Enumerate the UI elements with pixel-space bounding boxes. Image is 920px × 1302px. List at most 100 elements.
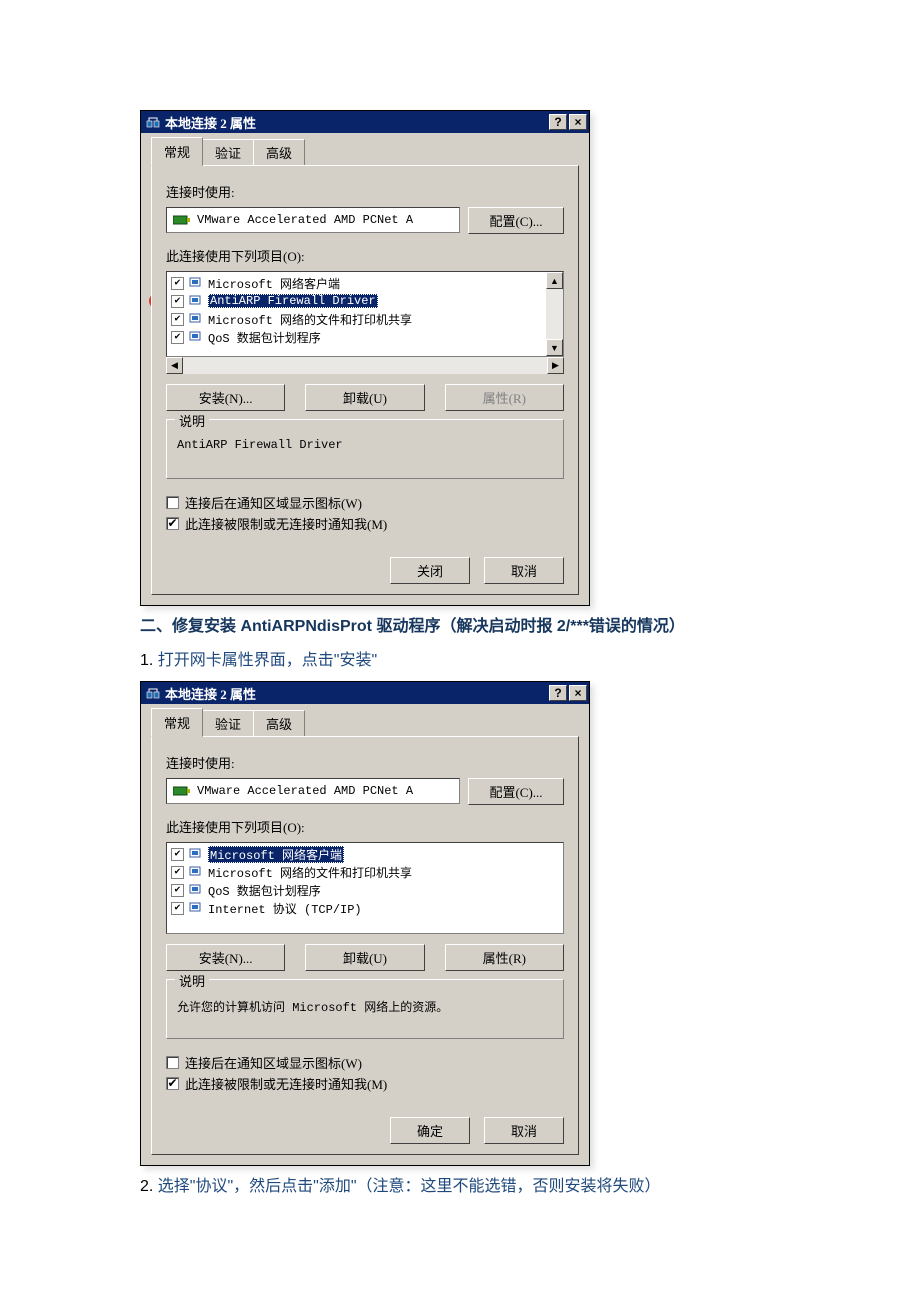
- scroll-up-icon[interactable]: ▲: [546, 272, 563, 289]
- item-checkbox[interactable]: ✔: [171, 902, 184, 915]
- step-number: 2.: [140, 1178, 153, 1195]
- list-item[interactable]: ✔ Microsoft 网络的文件和打印机共享: [169, 863, 561, 881]
- component-icon: [188, 294, 204, 308]
- item-label: AntiARP Firewall Driver: [208, 294, 378, 308]
- close-button[interactable]: ×: [569, 685, 587, 701]
- description-legend: 说明: [175, 411, 209, 430]
- step-text: 选择"协议"，然后点击"添加"（注意：这里不能选错，否则安装将失败）: [158, 1178, 661, 1195]
- item-label: Microsoft 网络客户端: [208, 846, 344, 863]
- network-icon: [145, 685, 161, 701]
- component-icon: [188, 330, 204, 344]
- description-text: 允许您的计算机访问 Microsoft 网络上的资源。: [177, 998, 553, 1015]
- uninstall-button[interactable]: 卸载(U): [305, 944, 424, 971]
- list-item[interactable]: ✔ AntiARP Firewall Driver: [169, 292, 544, 310]
- titlebar[interactable]: 本地连接 2 属性 ? ×: [141, 111, 589, 133]
- list-item[interactable]: ✔ Internet 协议 (TCP/IP): [169, 899, 561, 917]
- tab-auth[interactable]: 验证: [202, 710, 254, 736]
- items-label: 此连接使用下列项目(O):: [166, 246, 564, 265]
- adapter-name: VMware Accelerated AMD PCNet A: [197, 784, 413, 798]
- list-items: ✔ Microsoft 网络客户端 ✔ Microsoft 网络的文件和打印机共享 ✔ Q…: [167, 843, 563, 933]
- notify-checkbox-row[interactable]: ✔ 此连接被限制或无连接时通知我(M): [166, 1074, 564, 1093]
- scroll-left-icon[interactable]: ◀: [166, 357, 183, 374]
- show-icon-checkbox[interactable]: [166, 496, 179, 509]
- step-text: 打开网卡属性界面，点击"安装": [158, 652, 377, 669]
- notify-label: 此连接被限制或无连接时通知我(M): [185, 514, 387, 533]
- item-label: Microsoft 网络的文件和打印机共享: [208, 311, 412, 328]
- ok-dialog-button[interactable]: 确定: [390, 1117, 470, 1144]
- adapter-icon: [173, 213, 191, 227]
- help-button[interactable]: ?: [549, 114, 567, 130]
- adapter-display: VMware Accelerated AMD PCNet A: [166, 778, 460, 804]
- list-item[interactable]: ✔ QoS 数据包计划程序: [169, 881, 561, 899]
- item-checkbox[interactable]: ✔: [171, 295, 184, 308]
- step-2-1: 1. 打开网卡属性界面，点击"安装": [140, 648, 780, 674]
- item-checkbox[interactable]: ✔: [171, 313, 184, 326]
- tab-advanced[interactable]: 高级: [253, 139, 305, 165]
- horizontal-scrollbar[interactable]: ◀ ▶: [166, 357, 564, 374]
- item-checkbox[interactable]: ✔: [171, 277, 184, 290]
- notify-checkbox[interactable]: ✔: [166, 1077, 179, 1090]
- window-title: 本地连接 2 属性: [165, 684, 547, 703]
- help-button[interactable]: ?: [549, 685, 567, 701]
- adapter-icon: [173, 784, 191, 798]
- connect-using-label: 连接时使用:: [166, 753, 564, 772]
- tab-general[interactable]: 常规: [151, 137, 203, 166]
- list-items: ✔ Microsoft 网络客户端 ✔ AntiARP Firewall Driver…: [167, 272, 546, 356]
- component-icon: [188, 276, 204, 290]
- close-dialog-button[interactable]: 关闭: [390, 557, 470, 584]
- scroll-right-icon[interactable]: ▶: [547, 357, 564, 374]
- show-icon-label: 连接后在通知区域显示图标(W): [185, 493, 362, 512]
- component-icon: [188, 847, 204, 861]
- show-icon-checkbox[interactable]: [166, 1056, 179, 1069]
- show-icon-label: 连接后在通知区域显示图标(W): [185, 1053, 362, 1072]
- window-title: 本地连接 2 属性: [165, 113, 547, 132]
- list-item[interactable]: ✔ QoS 数据包计划程序: [169, 328, 544, 346]
- step-2-2: 2. 选择"协议"，然后点击"添加"（注意：这里不能选错，否则安装将失败）: [140, 1174, 780, 1200]
- component-icon: [188, 865, 204, 879]
- components-listbox[interactable]: ✔ Microsoft 网络客户端 ✔ Microsoft 网络的文件和打印机共享 ✔ Q…: [166, 842, 564, 934]
- description-legend: 说明: [175, 971, 209, 990]
- tab-general[interactable]: 常规: [151, 708, 203, 737]
- notify-checkbox-row[interactable]: ✔ 此连接被限制或无连接时通知我(M): [166, 514, 564, 533]
- item-label: QoS 数据包计划程序: [208, 882, 321, 899]
- titlebar[interactable]: 本地连接 2 属性 ? ×: [141, 682, 589, 704]
- properties-button[interactable]: 属性(R): [445, 944, 564, 971]
- show-icon-checkbox-row[interactable]: 连接后在通知区域显示图标(W): [166, 493, 564, 512]
- connect-using-label: 连接时使用:: [166, 182, 564, 201]
- section-heading-2: 二、修复安装 AntiARPNdisProt 驱动程序（解决启动时报 2/***…: [140, 614, 780, 640]
- network-icon: [145, 114, 161, 130]
- item-checkbox[interactable]: ✔: [171, 331, 184, 344]
- item-label: Internet 协议 (TCP/IP): [208, 900, 362, 917]
- item-checkbox[interactable]: ✔: [171, 884, 184, 897]
- scroll-down-icon[interactable]: ▼: [546, 339, 563, 356]
- configure-button[interactable]: 配置(C)...: [468, 778, 564, 805]
- properties-dialog-1: 本地连接 2 属性 ? × 常规 验证 高级 连接时使用: VMware Acc…: [140, 110, 590, 606]
- list-item[interactable]: ✔ Microsoft 网络的文件和打印机共享: [169, 310, 544, 328]
- item-checkbox[interactable]: ✔: [171, 866, 184, 879]
- adapter-display: VMware Accelerated AMD PCNet A: [166, 207, 460, 233]
- list-item[interactable]: ✔ Microsoft 网络客户端: [169, 845, 561, 863]
- item-label: Microsoft 网络客户端: [208, 275, 340, 292]
- cancel-dialog-button[interactable]: 取消: [484, 557, 564, 584]
- description-text: AntiARP Firewall Driver: [177, 438, 553, 452]
- uninstall-button[interactable]: 卸载(U): [305, 384, 424, 411]
- vertical-scrollbar[interactable]: ▲ ▼: [546, 272, 563, 356]
- install-button[interactable]: 安装(N)...: [166, 944, 285, 971]
- item-label: QoS 数据包计划程序: [208, 329, 321, 346]
- items-label: 此连接使用下列项目(O):: [166, 817, 564, 836]
- configure-button[interactable]: 配置(C)...: [468, 207, 564, 234]
- show-icon-checkbox-row[interactable]: 连接后在通知区域显示图标(W): [166, 1053, 564, 1072]
- component-icon: [188, 901, 204, 915]
- tabstrip: 常规 验证 高级: [151, 712, 579, 736]
- components-listbox[interactable]: ✔ Microsoft 网络客户端 ✔ AntiARP Firewall Driver…: [166, 271, 564, 357]
- item-checkbox[interactable]: ✔: [171, 848, 184, 861]
- tabstrip: 常规 验证 高级: [151, 141, 579, 165]
- notify-checkbox[interactable]: ✔: [166, 517, 179, 530]
- install-button[interactable]: 安装(N)...: [166, 384, 285, 411]
- cancel-dialog-button[interactable]: 取消: [484, 1117, 564, 1144]
- item-label: Microsoft 网络的文件和打印机共享: [208, 864, 412, 881]
- list-item[interactable]: ✔ Microsoft 网络客户端: [169, 274, 544, 292]
- tab-auth[interactable]: 验证: [202, 139, 254, 165]
- tab-advanced[interactable]: 高级: [253, 710, 305, 736]
- close-button[interactable]: ×: [569, 114, 587, 130]
